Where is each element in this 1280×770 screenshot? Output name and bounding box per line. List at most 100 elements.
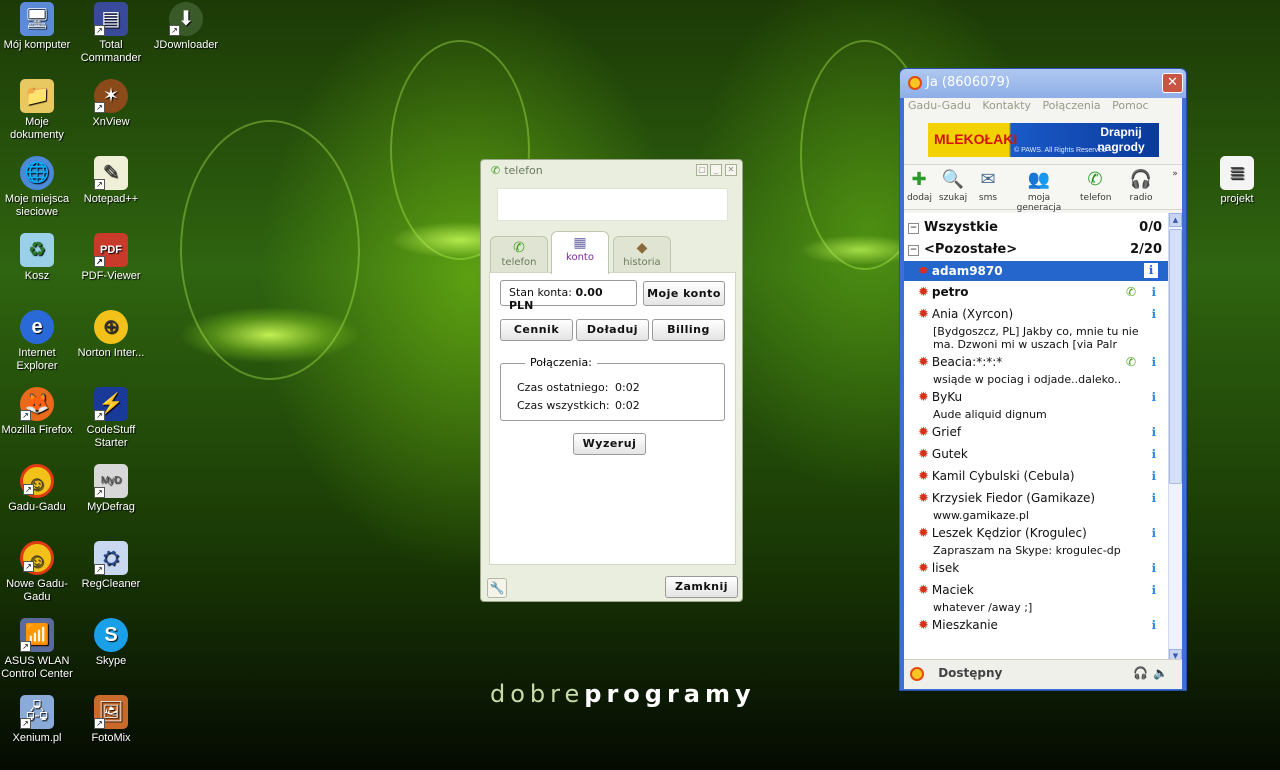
volume-icon[interactable]: 🔈 [1153, 666, 1168, 680]
scroll-up-icon[interactable]: ▲ [1169, 213, 1182, 227]
desktop-icon-xenium[interactable]: 🖧 ↗ Xenium.pl [0, 695, 75, 745]
close-button[interactable]: Zamknij [665, 576, 738, 598]
menu-gadu-gadu[interactable]: Gadu-Gadu [908, 99, 971, 112]
all-calls-value: 0:02 [615, 399, 640, 412]
desktop-icon-skype[interactable]: S Skype [73, 618, 149, 668]
desktop-icon-network[interactable]: 🌐 Moje miejsca sieciowe [0, 156, 75, 219]
phone-icon: ✆ [491, 164, 501, 177]
desktop-icon-total-commander[interactable]: ▤ ↗ Total Commander [73, 2, 149, 65]
contact-item[interactable]: ✹ petro ✆ ℹ [904, 285, 1168, 305]
contact-list-scrollbar[interactable]: ▲ ▼ [1168, 213, 1182, 663]
collapse-icon[interactable]: − [908, 223, 919, 234]
contact-description: www.gamikaze.pl [933, 509, 1029, 522]
contact-item[interactable]: ✹ Maciek ℹ [904, 583, 1168, 603]
billing-button[interactable]: Billing [652, 319, 725, 341]
telefon-button[interactable]: ✆ telefon [1080, 169, 1111, 203]
contact-item[interactable]: ✹ Grief ℹ [904, 425, 1168, 445]
info-icon[interactable]: ℹ [1151, 583, 1156, 597]
contact-item[interactable]: ✹ Leszek Kędzior (Krogulec) ℹ [904, 526, 1168, 546]
gg-toolbar: ✚ dodaj 🔍 szukaj ✉ sms 👥 moja generacja ✆ tel… [904, 164, 1182, 213]
reset-button[interactable]: Wyzeruj [573, 433, 646, 455]
settings-icon[interactable]: 🔧 [487, 578, 507, 598]
info-icon[interactable]: ℹ [1151, 307, 1156, 321]
account-icon: ▦ [573, 235, 587, 251]
desktop-icon-ie[interactable]: e Internet Explorer [0, 310, 75, 373]
desktop-icon-projekt[interactable]: ≣ projekt [1199, 156, 1275, 206]
collapse-icon[interactable]: − [908, 245, 919, 256]
contact-description: wsiąde w pociag i odjade..daleko.. [933, 373, 1122, 386]
desktop-icon-gadu-gadu[interactable]: ☺ ↗ Gadu-Gadu [0, 464, 75, 514]
contact-item[interactable]: ✹ Ania (Xyrcon) ℹ [904, 307, 1168, 327]
status-sun-icon[interactable] [910, 666, 924, 681]
info-icon[interactable]: ℹ [1151, 355, 1156, 369]
topup-button[interactable]: Doładuj [576, 319, 649, 341]
desktop-icon-jdownloader[interactable]: ⬇ ↗ JDownloader [148, 2, 224, 52]
info-icon[interactable]: ℹ [1151, 526, 1156, 540]
more-icon[interactable]: » [1170, 169, 1180, 179]
contact-item[interactable]: ✹ Mieszkanie ℹ [904, 618, 1168, 638]
info-icon[interactable]: ℹ [1151, 491, 1156, 505]
search-button[interactable]: 🔍 szukaj [938, 169, 968, 203]
info-icon[interactable]: ℹ [1144, 263, 1158, 278]
restore-icon[interactable]: ▢ [696, 164, 708, 176]
info-icon[interactable]: ℹ [1151, 285, 1156, 299]
contact-item[interactable]: ✹ ByKu ℹ [904, 390, 1168, 410]
desktop-icon-codestuff[interactable]: ⚡ ↗ CodeStuff Starter [73, 387, 149, 450]
menu-polaczenia[interactable]: Połączenia [1042, 99, 1100, 112]
sms-button[interactable]: ✉ sms [976, 169, 1000, 203]
desktop-icon-norton[interactable]: ⊕ Norton Inter... [73, 310, 149, 360]
tab-telefon[interactable]: ✆ telefon [490, 236, 548, 273]
ad-banner[interactable]: MLEKOŁAKI Drapnij nagrody © PAWS. All Ri… [928, 123, 1159, 157]
info-icon[interactable]: ℹ [1151, 447, 1156, 461]
desktop-icon-firefox[interactable]: 🦊 ↗ Mozilla Firefox [0, 387, 75, 437]
tab-konto[interactable]: ▦ konto [551, 231, 609, 274]
ad-brand: MLEKOŁAKI [934, 131, 1018, 147]
status-icon: ✹ [918, 491, 929, 506]
contact-item[interactable]: ✹ Krzysiek Fiedor (Gamikaze) ℹ [904, 491, 1168, 511]
minimize-icon[interactable]: _ [710, 164, 722, 176]
norton-icon: ⊕ [94, 310, 128, 344]
add-button[interactable]: ✚ dodaj [907, 169, 932, 203]
desktop-icon-wlan[interactable]: 📶 ↗ ASUS WLAN Control Center [0, 618, 75, 681]
desktop-icon-computer[interactable]: 🖥 Mój komputer [0, 2, 75, 52]
info-icon[interactable]: ℹ [1151, 390, 1156, 404]
group-pozostale[interactable]: − <Pozostałe> 2/20 [908, 242, 1166, 262]
close-icon[interactable]: ✕ [725, 164, 737, 176]
desktop-icon-new-gadu[interactable]: ☺ ↗ Nowe Gadu-Gadu [0, 541, 75, 604]
radio-button[interactable]: 🎧 radio [1128, 169, 1154, 203]
desktop-icon-mydefrag[interactable]: MyD ↗ MyDefrag [73, 464, 149, 514]
tab-historia[interactable]: ◆ historia [613, 236, 671, 273]
close-icon[interactable]: ✕ [1162, 73, 1183, 93]
desktop-icon-fotomix[interactable]: 🖼 ↗ FotoMix [73, 695, 149, 745]
menu-pomoc[interactable]: Pomoc [1112, 99, 1148, 112]
status-selector[interactable]: Dostępny [938, 666, 1002, 680]
contact-item[interactable]: ✹ Beacia:*:*:* ✆ ℹ [904, 355, 1168, 375]
my-account-button[interactable]: Moje konto [643, 281, 725, 306]
menu-kontakty[interactable]: Kontakty [982, 99, 1031, 112]
number-input[interactable] [497, 188, 728, 221]
info-icon[interactable]: ℹ [1151, 469, 1156, 483]
desktop-icon-pdf-viewer[interactable]: PDF ↗ PDF-Viewer [73, 233, 149, 283]
info-icon[interactable]: ℹ [1151, 618, 1156, 632]
contact-item[interactable]: ✹ adam9870 ℹ [904, 261, 1168, 281]
info-icon[interactable]: ℹ [1151, 561, 1156, 575]
xenium-icon: 🖧 ↗ [20, 695, 54, 729]
moja-generacja-button[interactable]: 👥 moja generacja [1008, 169, 1070, 213]
gg-titlebar[interactable]: Ja (8606079) ✕ [900, 69, 1186, 98]
scrollbar-thumb[interactable] [1169, 229, 1182, 484]
group-wszystkie[interactable]: − Wszystkie 0/0 [908, 220, 1166, 240]
desktop-icon-xnview[interactable]: ✶ ↗ XnView [73, 79, 149, 129]
contact-item[interactable]: ✹ Gutek ℹ [904, 447, 1168, 467]
phone-icon: ✆ [513, 240, 525, 256]
contact-item[interactable]: ✹ lisek ℹ [904, 561, 1168, 581]
contact-item[interactable]: ✹ Kamil Cybulski (Cebula) ℹ [904, 469, 1168, 489]
desktop-icon-documents[interactable]: 📁 Moje dokumenty [0, 79, 75, 142]
radio-fm-icon[interactable]: 🎧 [1133, 666, 1148, 680]
contact-list: − Wszystkie 0/0 − <Pozostałe> 2/20 ✹ adam9870… [904, 213, 1168, 663]
telefon-titlebar[interactable]: ✆ telefon ▢ _ ✕ [481, 160, 742, 182]
info-icon[interactable]: ℹ [1151, 425, 1156, 439]
desktop-icon-regcleaner[interactable]: ⛭ ↗ RegCleaner [73, 541, 149, 591]
pricing-button[interactable]: Cennik [500, 319, 573, 341]
desktop-icon-notepad[interactable]: ✎ ↗ Notepad++ [73, 156, 149, 206]
desktop-icon-recycle-bin[interactable]: ♻ Kosz [0, 233, 75, 283]
